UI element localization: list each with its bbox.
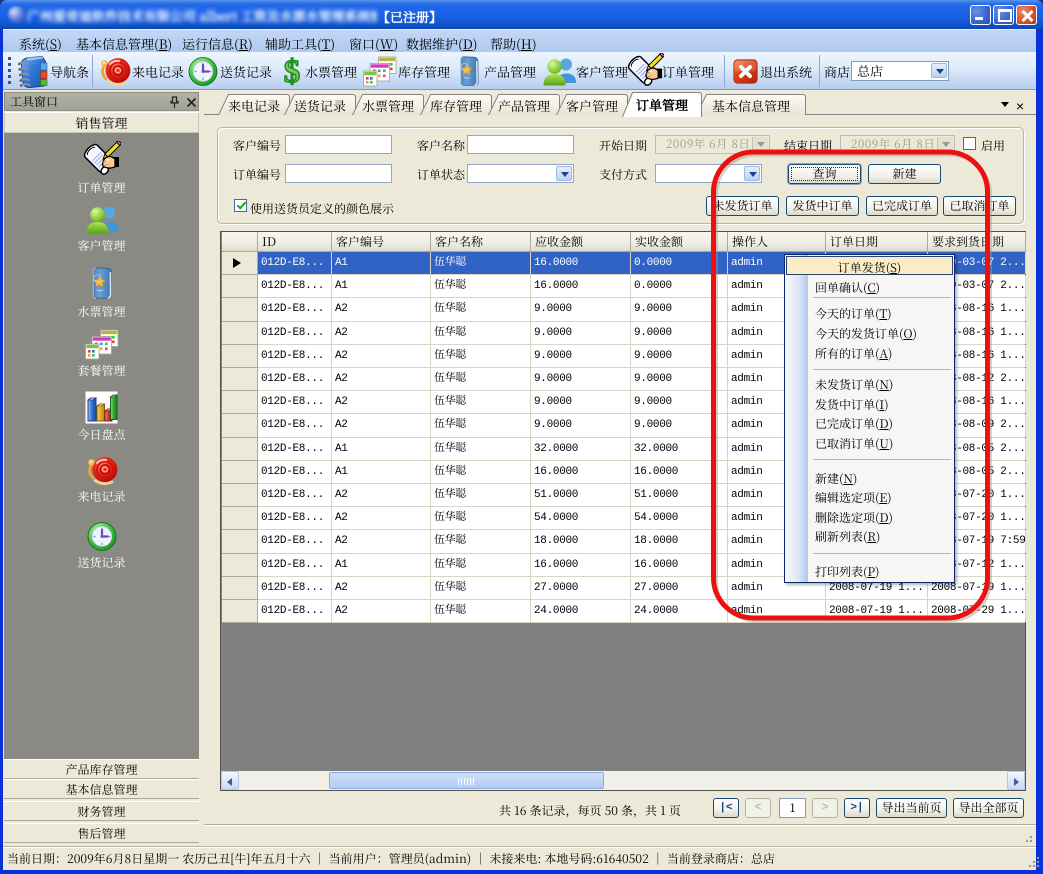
svg-text:$: $: [284, 54, 301, 88]
